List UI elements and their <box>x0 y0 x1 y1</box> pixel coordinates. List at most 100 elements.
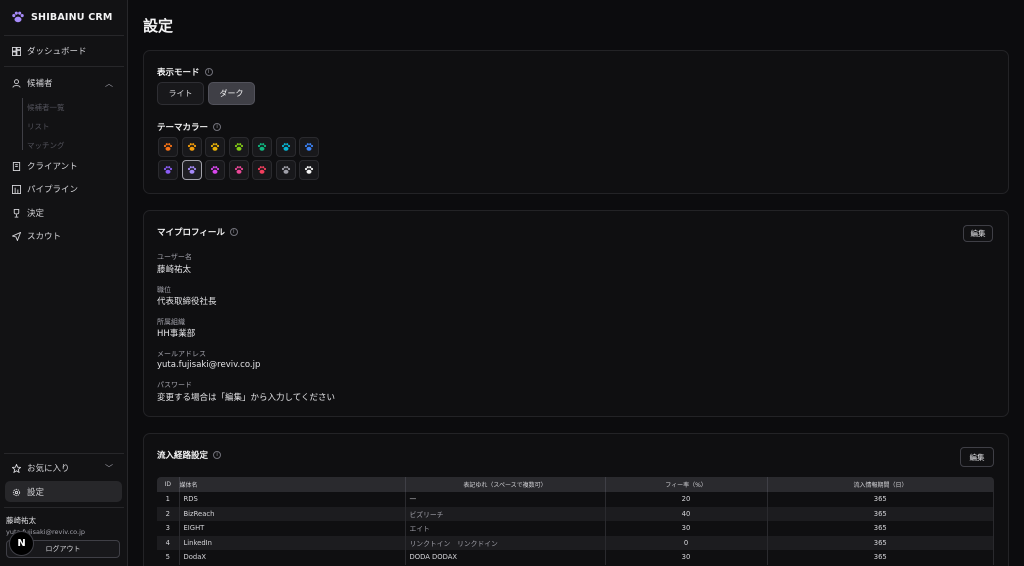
cell-id: 2 <box>157 506 180 521</box>
field-label-email: メールアドレス <box>157 350 206 358</box>
info-icon[interactable]: i <box>229 228 238 236</box>
brand-name: SHIBAINU CRM <box>31 11 113 23</box>
field-value-position: 代表取締役社長 <box>157 297 217 307</box>
paw-icon <box>281 166 290 174</box>
theme-color-swatch[interactable] <box>158 160 178 180</box>
sidebar-item-pipeline[interactable]: パイプライン <box>12 181 78 197</box>
sidebar-item-dashboard[interactable]: ダッシュボード <box>12 43 87 59</box>
cell-name: LinkedIn <box>179 535 406 550</box>
theme-color-swatch[interactable] <box>158 137 178 157</box>
cell-days: 365 <box>767 506 994 521</box>
inflow-edit-button[interactable]: 編集 <box>960 447 994 467</box>
sidebar-item-decisions[interactable]: 決定 <box>12 205 44 221</box>
theme-color-swatch[interactable] <box>252 137 272 157</box>
section-title-text: 流入経路設定 <box>157 451 209 461</box>
theme-color-swatch[interactable] <box>228 137 249 157</box>
trophy-icon <box>13 208 20 218</box>
field-label-password: パスワード <box>157 381 192 389</box>
field-value-password: 変更する場合は「編集」から入力してください <box>157 393 335 403</box>
table-row[interactable]: 5 DodaX DODA DODAX 30 365 <box>157 550 994 565</box>
cell-alias: — <box>405 492 606 507</box>
inflow-table: ID 媒体名 表記ゆれ（スペースで複数可） フィー率（%） 流入情報期間（日） … <box>157 477 994 565</box>
sidebar-item-clients[interactable]: クライアント <box>12 158 78 174</box>
paw-icon <box>257 166 267 174</box>
light-mode-button[interactable]: ライト <box>157 82 204 105</box>
paw-icon <box>234 143 243 151</box>
display-mode-title: 表示モード i <box>157 66 213 78</box>
cell-fee: 30 <box>605 550 768 565</box>
sidebar-item-candidates[interactable]: 候補者 <box>12 75 53 91</box>
sidebar-item-label: スカウト <box>27 232 62 242</box>
info-icon[interactable]: i <box>213 123 222 131</box>
sidebar-subitem-matching[interactable]: マッチング <box>27 140 65 151</box>
column-header-fee[interactable]: フィー率（%） <box>605 477 768 492</box>
table-header-row: ID 媒体名 表記ゆれ（スペースで複数可） フィー率（%） 流入情報期間（日） <box>157 477 994 492</box>
brand[interactable]: SHIBAINU CRM <box>11 10 113 24</box>
table-row[interactable]: 1 RDS — 20 365 <box>157 492 994 507</box>
theme-color-swatch[interactable] <box>181 137 202 157</box>
paw-icon <box>304 166 314 174</box>
cell-alias: DODA DODAX <box>405 550 606 565</box>
info-icon[interactable]: i <box>213 451 222 459</box>
profile-edit-button[interactable]: 編集 <box>963 225 993 242</box>
divider <box>4 507 124 508</box>
chevron-up-icon[interactable]: ︿ <box>105 78 113 89</box>
dashboard-icon <box>12 46 21 56</box>
section-title-text: テーマカラー <box>157 123 209 133</box>
sidebar-item-label: ダッシュボード <box>27 47 87 57</box>
paw-icon <box>163 166 173 174</box>
cell-id: 1 <box>157 492 180 507</box>
cell-name: DodaX <box>179 550 406 565</box>
cell-days: 365 <box>767 535 994 550</box>
profile-title: マイプロフィール i <box>157 226 238 238</box>
sidebar-item-scout[interactable]: スカウト <box>12 228 61 244</box>
inflow-title: 流入経路設定 i <box>157 449 222 461</box>
user-name: 藤崎祐太 <box>6 516 36 525</box>
cell-alias: エイト <box>405 521 606 536</box>
cell-days: 365 <box>767 521 994 536</box>
theme-color-swatch[interactable] <box>205 137 225 157</box>
paw-icon <box>257 143 267 151</box>
field-value-email: yuta.fujisaki@reviv.co.jp <box>157 360 261 370</box>
cell-id: 5 <box>157 550 180 565</box>
sidebar-subitem-list[interactable]: リスト <box>27 121 50 132</box>
paw-logo-icon <box>12 11 24 23</box>
cell-name: EIGHT <box>179 521 406 536</box>
theme-color-swatch[interactable] <box>299 160 319 180</box>
cell-name: BizReach <box>179 506 406 521</box>
theme-color-swatch[interactable] <box>252 160 272 180</box>
dark-mode-button[interactable]: ダーク <box>208 82 255 105</box>
chevron-down-icon[interactable]: ﹀ <box>105 463 113 474</box>
theme-color-swatch[interactable] <box>228 160 249 180</box>
sidebar-item-favorites[interactable]: お気に入り <box>12 460 70 476</box>
cell-days: 365 <box>767 550 994 565</box>
sidebar-item-label: パイプライン <box>27 185 79 195</box>
theme-color-swatch[interactable] <box>275 137 296 157</box>
field-value-organization: HH事業部 <box>157 329 196 339</box>
theme-color-swatch[interactable] <box>275 160 296 180</box>
column-header-days[interactable]: 流入情報期間（日） <box>767 477 994 492</box>
table-row[interactable]: 4 LinkedIn リンクトイン リンクドイン 0 365 <box>157 535 994 550</box>
theme-color-swatch[interactable] <box>299 137 319 157</box>
column-header-name[interactable]: 媒体名 <box>179 477 406 492</box>
cell-days: 365 <box>767 492 994 507</box>
theme-color-swatch[interactable] <box>205 160 225 180</box>
column-header-id[interactable]: ID <box>157 477 180 492</box>
building-icon <box>12 161 21 171</box>
sidebar-item-label: 決定 <box>27 209 45 219</box>
sidebar-item-settings[interactable]: 設定 <box>12 484 44 500</box>
info-icon[interactable]: i <box>204 68 213 76</box>
table-row[interactable]: 3 EIGHT エイト 30 365 <box>157 521 994 536</box>
cell-fee: 20 <box>605 492 768 507</box>
gear-icon <box>12 488 21 496</box>
table-row[interactable]: 2 BizReach ビズリーチ 40 365 <box>157 506 994 521</box>
sidebar: SHIBAINU CRM ダッシュボード 候補者 ︿ 候補者一覧 リスト マッチ… <box>0 0 128 566</box>
theme-color-swatch[interactable] <box>181 160 202 180</box>
column-header-alias[interactable]: 表記ゆれ（スペースで複数可） <box>405 477 606 492</box>
sidebar-subitem-candidate-list[interactable]: 候補者一覧 <box>27 102 65 113</box>
cell-fee: 30 <box>605 521 768 536</box>
cell-fee: 40 <box>605 506 768 521</box>
field-label-username: ユーザー名 <box>157 253 192 261</box>
avatar-badge[interactable]: N <box>9 531 34 556</box>
paw-icon <box>210 143 220 151</box>
